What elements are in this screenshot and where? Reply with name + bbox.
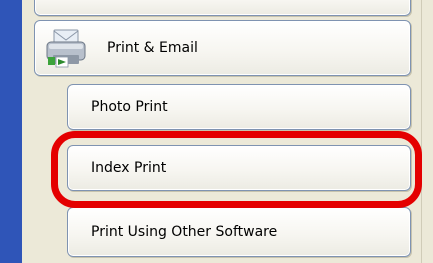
print-other-software-label: Print Using Other Software — [91, 224, 278, 240]
photo-print-label: Photo Print — [91, 99, 168, 115]
highlight-ring — [51, 131, 422, 208]
print-email-label: Print & Email — [107, 40, 198, 56]
left-blue-strip — [0, 0, 22, 263]
printer-email-icon — [46, 29, 86, 68]
print-other-software-button[interactable]: Print Using Other Software — [67, 207, 411, 257]
photo-print-button[interactable]: Photo Print — [67, 84, 411, 130]
previous-category-button[interactable] — [34, 0, 411, 16]
pane-right-edge — [421, 0, 433, 263]
print-email-button[interactable]: Print & Email — [34, 20, 411, 76]
